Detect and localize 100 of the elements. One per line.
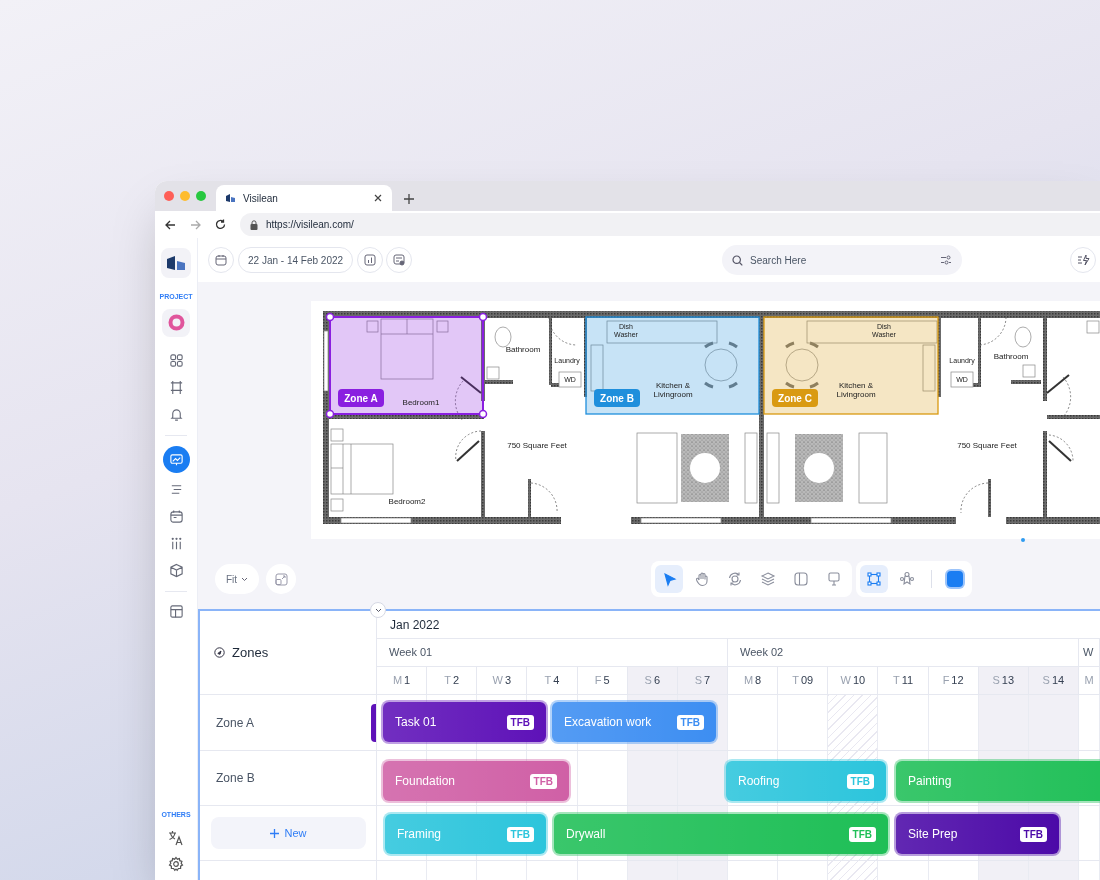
settings-icon[interactable] <box>168 856 184 872</box>
sofa-drawing <box>858 432 888 504</box>
chevron-down-icon <box>241 576 249 582</box>
room-label: Bathroom <box>993 352 1029 361</box>
fit-screen-button[interactable] <box>266 564 297 594</box>
resize-handle[interactable] <box>478 312 488 322</box>
week-label: Week 02 <box>728 639 1079 666</box>
close-icon[interactable] <box>374 194 382 202</box>
toilet-drawing <box>1014 326 1032 348</box>
zone-area[interactable] <box>329 316 484 415</box>
new-tab-icon[interactable] <box>404 194 414 204</box>
search-icon <box>732 255 744 266</box>
day-header: F 5 <box>577 667 628 694</box>
tab-title: Visilean <box>243 191 278 206</box>
zone-name: Zone B <box>215 770 255 787</box>
task-bar[interactable]: Excavation work TFB <box>552 702 716 742</box>
resize-handle[interactable] <box>325 312 335 322</box>
day-header: S 6 <box>627 667 678 694</box>
status-badge: TFB <box>846 773 874 789</box>
tool-button[interactable] <box>860 565 889 593</box>
nightstand-drawing <box>330 428 344 442</box>
new-zone-button[interactable]: New <box>211 817 366 849</box>
zone-area[interactable] <box>763 316 939 415</box>
calendar-icon <box>215 254 227 266</box>
status-badge: TFB <box>676 714 704 730</box>
tool-button[interactable] <box>655 565 684 593</box>
nightstand-drawing <box>366 320 379 333</box>
week-label: W <box>1078 639 1100 666</box>
zone-label[interactable]: Zone A <box>338 389 384 407</box>
resize-handle[interactable] <box>478 409 488 419</box>
task-bar[interactable]: Foundation TFB <box>383 761 569 801</box>
browser-tab[interactable]: Visilean <box>216 185 392 211</box>
layers-icon <box>760 571 777 587</box>
tv-unit-drawing <box>766 432 780 504</box>
door-drawing <box>1046 374 1071 418</box>
day-header: W 3 <box>477 667 528 694</box>
room-label: Bathroom <box>505 345 541 354</box>
back-icon[interactable] <box>165 219 176 230</box>
door-drawing <box>1048 434 1074 462</box>
bell-icon <box>168 407 184 422</box>
reload-icon[interactable] <box>215 219 226 230</box>
transform-icon <box>866 571 883 587</box>
day-header: T 11 <box>878 667 929 694</box>
day-header: M 1 <box>377 667 428 694</box>
status-badge: TFB <box>506 826 534 842</box>
rotate-icon <box>727 571 744 587</box>
filter-icon[interactable] <box>940 255 953 265</box>
translate-icon[interactable] <box>168 830 184 846</box>
target-icon <box>214 647 225 658</box>
task-bar[interactable]: Site Prep TFB <box>896 814 1059 854</box>
bed-drawing <box>330 443 394 495</box>
rug-drawing <box>795 434 843 502</box>
zone-area[interactable] <box>585 316 760 415</box>
task-bar[interactable]: Roofing TFB <box>726 761 886 801</box>
app-logo[interactable] <box>161 248 191 278</box>
layout-icon <box>168 604 184 619</box>
day-header: T 4 <box>527 667 578 694</box>
task-bar[interactable]: Task 01 TFB <box>383 702 546 742</box>
counter-drawing <box>590 344 604 392</box>
zone-label[interactable]: Zone B <box>594 389 640 407</box>
calendar-icon <box>168 509 184 524</box>
day-header: S 7 <box>677 667 728 694</box>
task-handle[interactable] <box>371 704 376 742</box>
status-badge: TFB <box>506 714 534 730</box>
plus-icon <box>270 828 280 838</box>
bar-chart-icon <box>364 254 377 266</box>
resize-handle[interactable] <box>325 409 335 419</box>
sofa-drawing <box>636 432 678 504</box>
url-text: https://visilean.com/ <box>266 218 354 232</box>
door-drawing <box>455 376 482 422</box>
forward-icon[interactable] <box>190 219 201 230</box>
sidebar-item[interactable] <box>162 445 190 473</box>
lock-icon <box>250 219 258 230</box>
zoom-dropdown[interactable]: Fit <box>215 564 260 594</box>
rug-drawing <box>681 434 729 502</box>
shower-drawing <box>977 316 1007 346</box>
status-badge: TFB <box>1019 826 1047 842</box>
chevron-down-icon <box>374 607 382 613</box>
nightstand-drawing <box>436 320 449 333</box>
column-heading: Zones <box>232 643 269 662</box>
task-bar[interactable]: Framing TFB <box>385 814 546 854</box>
day-header: T 09 <box>778 667 829 694</box>
day-header: M <box>1078 667 1100 694</box>
dashboard-icon <box>168 353 184 368</box>
month-label: Jan 2022 <box>390 616 440 634</box>
expand-icon <box>274 572 288 586</box>
task-bar[interactable]: Drywall TFB <box>554 814 888 854</box>
door-drawing <box>455 430 482 462</box>
presentation-icon <box>826 571 843 587</box>
zone-label[interactable]: Zone C <box>772 389 818 407</box>
address-bar[interactable]: https://visilean.com/ <box>240 213 1100 236</box>
dining-table-drawing <box>784 341 820 389</box>
lightning-icon <box>1076 254 1090 266</box>
task-bar[interactable]: Painting <box>896 761 1100 801</box>
project-avatar[interactable] <box>162 308 190 337</box>
bed-drawing <box>380 318 434 380</box>
split-panel-icon <box>793 571 810 587</box>
sink-drawing <box>1022 364 1036 378</box>
search-field[interactable]: Search Here <box>722 245 963 275</box>
frame-icon <box>168 380 184 395</box>
